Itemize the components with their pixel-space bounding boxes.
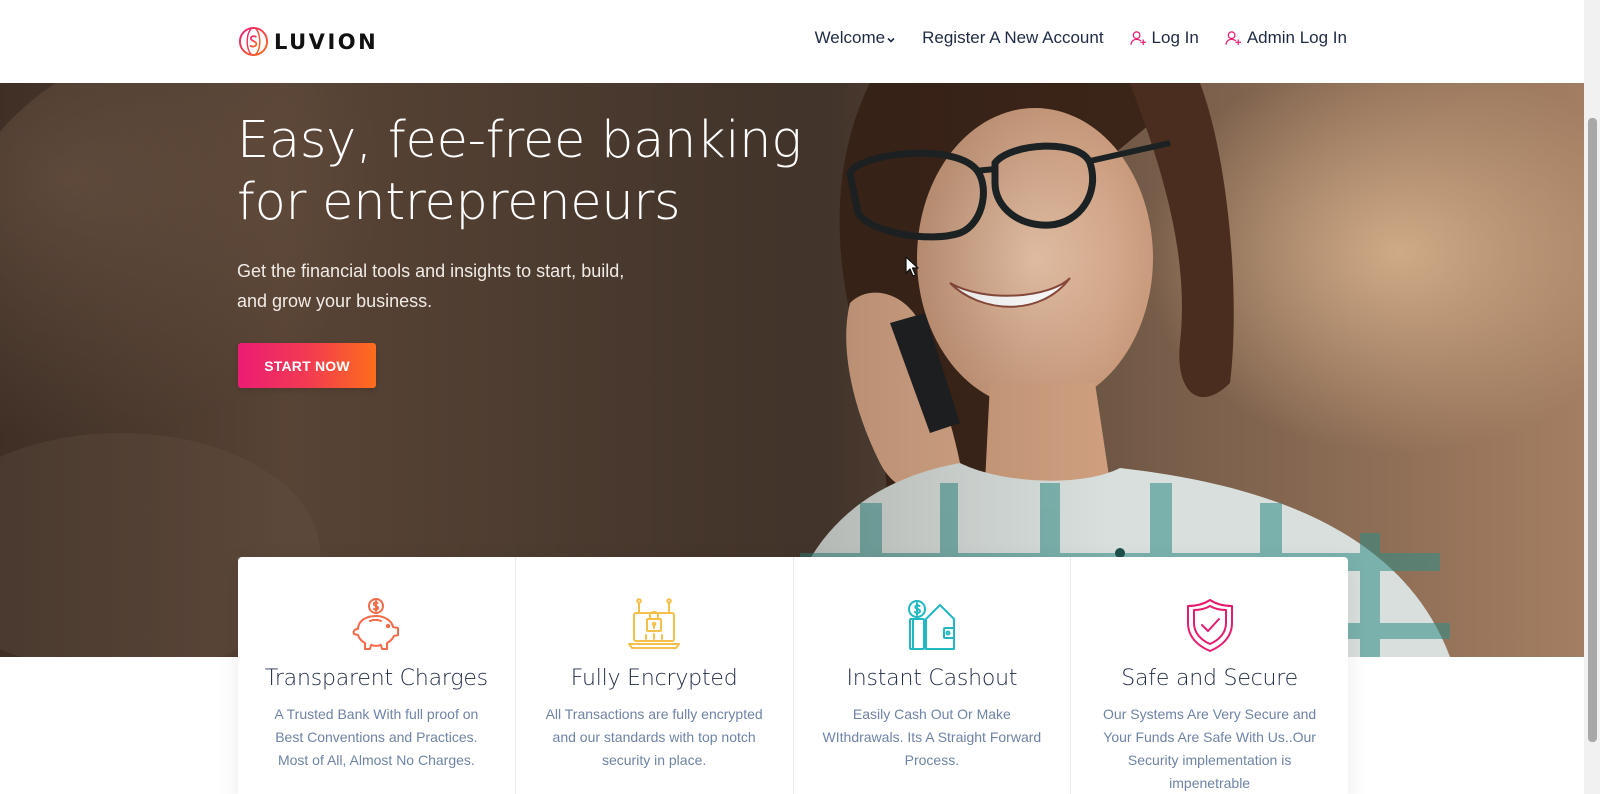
feature-title: Transparent Charges xyxy=(264,666,488,691)
hero-title-line1: Easy, fee-free banking xyxy=(237,111,802,170)
wallet-coin-icon xyxy=(907,600,955,650)
hero-subtitle-line1: Get the financial tools and insights to … xyxy=(237,261,625,281)
feature-title: Fully Encrypted xyxy=(570,666,738,691)
feature-title: Safe and Secure xyxy=(1121,666,1298,691)
globe-dollar-icon xyxy=(238,26,269,57)
hero-title: Easy, fee-free banking for entrepreneurs xyxy=(237,110,857,234)
hero-subtitle: Get the financial tools and insights to … xyxy=(237,256,657,316)
feature-description: Easily Cash Out Or Make WIthdrawals. Its… xyxy=(822,706,1042,768)
user-add-icon xyxy=(1129,30,1146,45)
feature-fully-encrypted: Fully Encrypted All Transactions are ful… xyxy=(516,557,794,794)
brand-name: LUVION xyxy=(274,29,379,54)
feature-safe-and-secure: Safe and Secure Our Systems Are Very Sec… xyxy=(1071,557,1348,794)
nav-register-link[interactable]: Register A New Account xyxy=(922,28,1103,48)
nav-welcome-dropdown[interactable]: Welcome xyxy=(815,28,897,48)
nav-welcome-label: Welcome xyxy=(814,28,886,47)
feature-description: Our Systems Are Very Secure and Your Fun… xyxy=(1103,706,1317,791)
brand-logo[interactable]: LUVION xyxy=(238,26,378,57)
encrypted-laptop-icon xyxy=(628,598,681,649)
main-nav: Welcome Register A New Account Log In Ad… xyxy=(815,28,1347,48)
feature-description: All Transactions are fully encrypted and… xyxy=(545,706,763,768)
nav-login-link[interactable]: Log In xyxy=(1129,28,1199,48)
piggy-bank-icon xyxy=(353,598,400,650)
site-header: LUVION Welcome Register A New Account Lo… xyxy=(0,0,1584,83)
shield-check-icon xyxy=(1186,599,1233,652)
nav-register-label: Register A New Account xyxy=(922,28,1104,47)
mouse-cursor-icon xyxy=(905,256,919,277)
nav-admin-login-link[interactable]: Admin Log In xyxy=(1225,28,1347,48)
hero-title-line2: for entrepreneurs xyxy=(237,173,681,232)
features-panel: Transparent Charges A Trusted Bank With … xyxy=(238,557,1348,794)
hero-subtitle-line2: and grow your business. xyxy=(237,291,433,311)
scrollbar-thumb[interactable] xyxy=(1588,118,1597,742)
feature-transparent-charges: Transparent Charges A Trusted Bank With … xyxy=(238,557,516,794)
chevron-down-icon xyxy=(887,37,895,43)
feature-description: A Trusted Bank With full proof on Best C… xyxy=(274,706,479,768)
user-add-icon xyxy=(1225,30,1241,45)
feature-title: Instant Cashout xyxy=(846,666,1018,691)
page-scrollbar[interactable] xyxy=(1584,0,1600,794)
feature-instant-cashout: Instant Cashout Easily Cash Out Or Make … xyxy=(794,557,1072,794)
nav-admin-login-label: Admin Log In xyxy=(1246,28,1347,47)
start-now-button[interactable]: START NOW xyxy=(238,343,376,388)
nav-login-label: Log In xyxy=(1151,28,1199,47)
